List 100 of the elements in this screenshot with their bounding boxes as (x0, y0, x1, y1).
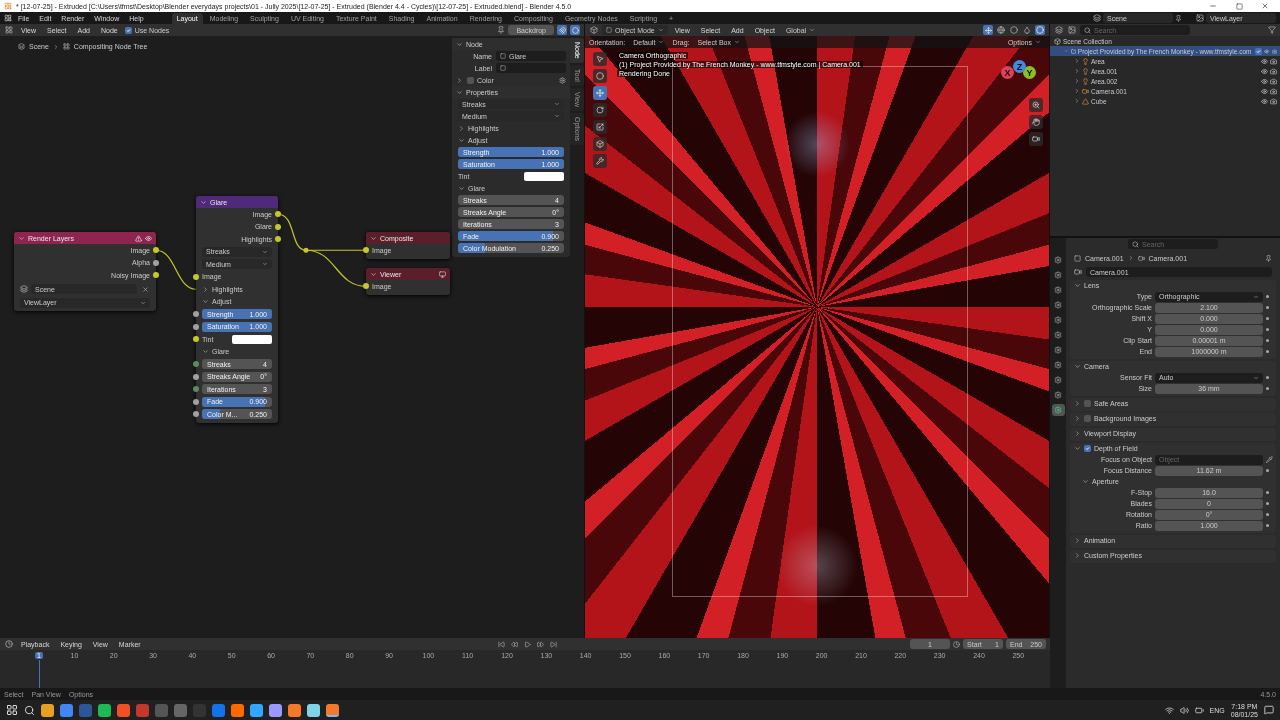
camera-icon (1271, 47, 1277, 55)
properties-tab[interactable] (1051, 254, 1065, 266)
checkbox (1255, 47, 1263, 55)
shading-button[interactable] (1022, 25, 1032, 35)
tool-button[interactable] (593, 86, 607, 100)
chevron-down-icon (140, 299, 146, 306)
maximize-icon (1235, 2, 1243, 10)
keyframe-dot (1266, 524, 1269, 527)
keyframe-dot (1266, 469, 1269, 472)
search-icon (1084, 26, 1091, 34)
camera-icon (1270, 77, 1277, 85)
tool-button[interactable] (593, 52, 607, 66)
move-icon (984, 26, 992, 34)
app-icon[interactable] (60, 703, 73, 717)
properties-tab[interactable] (1051, 329, 1065, 341)
editor-type-button[interactable] (4, 25, 14, 35)
wrench-icon (596, 157, 604, 165)
checkbox[interactable] (1084, 415, 1091, 422)
forward-button[interactable] (535, 639, 546, 649)
app-icon[interactable] (117, 703, 130, 717)
lightbulb-icon (1082, 67, 1089, 75)
app-icon[interactable] (231, 703, 244, 717)
chevron-down-icon (202, 298, 209, 306)
tab-icon (1054, 376, 1062, 384)
overlay-button[interactable] (570, 25, 580, 35)
checkmark-icon (1085, 446, 1090, 451)
chevron-down-icon (458, 184, 465, 192)
properties-tab[interactable] (1051, 284, 1065, 296)
editor-type-button[interactable] (1054, 25, 1064, 35)
snap-button[interactable] (557, 25, 567, 35)
reroute-dot (303, 247, 309, 253)
close-icon (1261, 2, 1269, 10)
camera-view-button[interactable] (1029, 132, 1043, 146)
editor-type-button[interactable] (4, 639, 14, 649)
close-button[interactable] (140, 284, 150, 294)
chevron-down-icon (1074, 282, 1081, 289)
cube-icon (590, 26, 598, 34)
pin-icon (497, 26, 506, 34)
rendered-icon (1036, 26, 1044, 34)
app-icon[interactable] (41, 703, 54, 717)
warning-icon (135, 234, 142, 242)
axis-label: X (1001, 66, 1014, 79)
camera-icon (1082, 87, 1089, 95)
chevron-right-icon (1074, 552, 1081, 559)
checkbox[interactable] (1084, 400, 1091, 407)
battery-icon (1194, 705, 1204, 715)
editor-type-button[interactable] (589, 25, 599, 35)
zoom-button[interactable] (1029, 98, 1043, 112)
app-icon[interactable] (288, 703, 301, 717)
app-icon[interactable] (250, 703, 263, 717)
chevron-right-icon (456, 76, 463, 84)
jump-start-button[interactable] (496, 639, 507, 649)
eye-icon (145, 234, 152, 242)
app-icon[interactable] (326, 703, 339, 717)
lightbulb-icon (1082, 77, 1089, 85)
tool-button[interactable] (593, 154, 607, 168)
tool-button[interactable] (593, 69, 607, 83)
shading-button[interactable] (1009, 25, 1019, 35)
rewind-button[interactable] (509, 639, 520, 649)
eye-icon (1261, 77, 1268, 85)
camera-icon (1270, 97, 1277, 105)
solid-icon (1010, 26, 1018, 34)
properties-tab[interactable] (1051, 389, 1065, 401)
tool-button[interactable] (593, 103, 607, 117)
properties-tab[interactable] (1051, 314, 1065, 326)
color-swatch[interactable] (232, 334, 272, 344)
keyframe-dot (1266, 306, 1269, 309)
properties-tab[interactable] (1051, 404, 1065, 416)
tool-button[interactable] (593, 137, 607, 151)
eye-icon (1261, 57, 1268, 65)
color-swatch[interactable] (524, 171, 564, 181)
label-field[interactable] (496, 63, 566, 73)
app-icon[interactable] (307, 703, 320, 717)
app-logo-icon (4, 2, 12, 10)
object-icon (606, 27, 612, 33)
app-icon[interactable] (269, 703, 282, 717)
tab-icon (1054, 331, 1062, 339)
properties-tab[interactable] (1051, 299, 1065, 311)
jump-end-button[interactable] (548, 639, 559, 649)
properties-tab[interactable] (1051, 374, 1065, 386)
shading-button[interactable] (996, 25, 1006, 35)
tool-button[interactable] (593, 120, 607, 134)
properties-tab[interactable] (1051, 344, 1065, 356)
rewind-icon (510, 640, 518, 648)
close-icon (141, 285, 149, 293)
chevron-down-icon (1253, 293, 1259, 300)
keyframe-dot (1266, 328, 1269, 331)
magnet-icon (558, 26, 566, 34)
properties-tab[interactable] (1051, 269, 1065, 281)
pan-button[interactable] (1029, 115, 1043, 129)
app-icon[interactable] (98, 703, 111, 717)
gizmo-button[interactable] (983, 25, 993, 35)
skip-back-icon (497, 640, 505, 648)
wireframe-icon (997, 26, 1005, 34)
properties-tab[interactable] (1051, 359, 1065, 371)
play-button[interactable] (522, 639, 533, 649)
keyframe-dot (1266, 513, 1269, 516)
chevron-down-icon (809, 27, 816, 33)
camera-icon (1270, 57, 1277, 65)
checkbox[interactable] (1084, 445, 1091, 452)
